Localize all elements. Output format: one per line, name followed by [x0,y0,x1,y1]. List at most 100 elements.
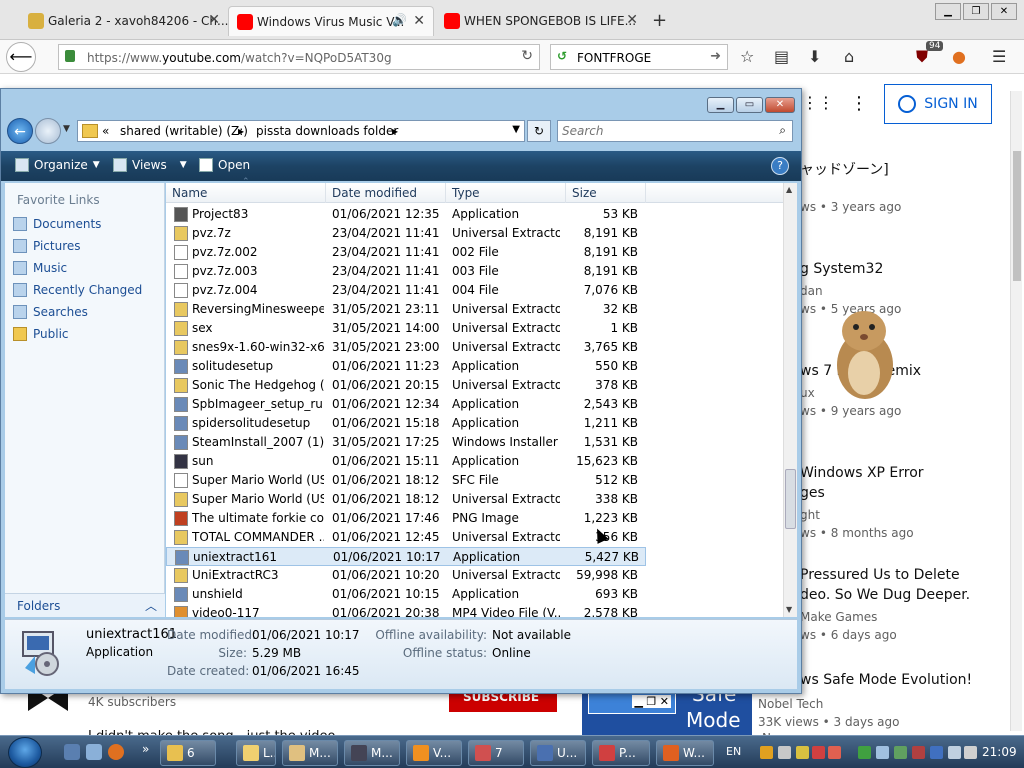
tray-app-icon[interactable] [796,746,809,759]
file-row[interactable]: solitudesetup 01/06/2021 11:23 Application… [166,357,646,376]
fav-link-music[interactable]: Music [13,261,67,275]
browser-back-button[interactable]: ⟵ [6,42,36,72]
scrollbar-thumb[interactable] [1013,151,1021,281]
fav-link-documents[interactable]: Documents [13,217,101,231]
explorer-minimize-button[interactable]: ▁ [707,97,734,113]
file-row[interactable]: pvz.7z.004 23/04/2021 11:41 004 File 7,076 … [166,281,646,300]
new-tab-icon[interactable]: + [652,10,667,31]
taskbar-button[interactable]: W... [656,740,714,766]
related-video-title[interactable]: Pressured Us to Delete [800,567,960,583]
switch-windows-icon[interactable] [86,744,102,760]
breadcrumb-separator[interactable]: ▸ [392,124,398,138]
file-row[interactable]: snes9x-1.60-win32-x64 31/05/2021 23:00 Uni… [166,338,646,357]
close-window-button[interactable]: ✕ [991,3,1017,20]
tray-app-icon[interactable] [876,746,889,759]
column-header-date[interactable]: Date modified [326,183,446,203]
file-row[interactable]: unshield 01/06/2021 10:15 Application 693 K… [166,585,646,604]
explorer-search-box[interactable]: ⌕ [557,120,793,142]
folders-toggle[interactable]: Folders ︿ [5,593,165,617]
search-go-icon[interactable]: ➜ [710,49,721,64]
search-bar[interactable]: ↺ FONTFROGE ➜ [550,44,728,70]
home-icon[interactable]: ⌂ [844,47,854,66]
file-row[interactable]: Super Mario World (US... 01/06/2021 18:12… [166,471,646,490]
taskbar-button[interactable]: L... [236,740,276,766]
help-button[interactable]: ? [771,157,789,175]
taskbar-button[interactable]: U... [530,740,586,766]
minimize-window-button[interactable]: ▁ [935,3,961,20]
open-button[interactable]: Open [199,158,250,172]
file-row[interactable]: sun 01/06/2021 15:11 Application 15,623 KB [166,452,646,471]
close-tab-icon[interactable]: ✕ [208,12,220,28]
language-indicator[interactable]: EN [726,745,741,758]
taskbar-button[interactable]: M... [344,740,400,766]
tray-app-icon[interactable] [858,746,871,759]
menu-icon[interactable]: ☰ [992,47,1006,66]
file-row[interactable]: Project83 01/06/2021 12:35 Application 53 K… [166,205,646,224]
taskbar-button[interactable]: M... [282,740,338,766]
refresh-button[interactable]: ↻ [527,120,551,142]
explorer-back-button[interactable]: ← [7,118,33,144]
file-row[interactable]: sex 31/05/2021 14:00 Universal Extractor..… [166,319,646,338]
fav-link-searches[interactable]: Searches [13,305,88,319]
file-row[interactable]: TOTAL COMMANDER ... 01/06/2021 12:45 Unive… [166,528,646,547]
views-button[interactable]: Views ▼ [113,158,187,172]
file-row[interactable]: Super Mario World (US... 01/06/2021 18:12… [166,490,646,509]
url-bar[interactable]: https://www.youtube.com/watch?v=NQPoD5AT… [58,44,540,70]
address-dropdown-icon[interactable]: ▼ [512,124,520,135]
search-icon[interactable]: ⌕ [779,123,786,138]
tray-vlc-icon[interactable] [760,746,773,759]
explorer-search-input[interactable] [562,124,762,138]
related-video-title[interactable]: g System32 [800,261,883,277]
scroll-up-icon[interactable]: ▲ [786,185,792,194]
file-row[interactable]: pvz.7z.002 23/04/2021 11:41 002 File 8,191 … [166,243,646,262]
show-desktop-icon[interactable] [64,744,80,760]
tray-app-icon[interactable] [828,746,841,759]
fav-link-recently-changed[interactable]: Recently Changed [13,283,142,297]
explorer-forward-button[interactable] [35,118,61,144]
address-bar[interactable]: « shared (writable) (Z:) ▸ pissta downlo… [77,120,525,142]
related-video-title-line2[interactable]: deo. So We Dug Deeper. [800,587,970,603]
tab-spongebob[interactable]: WHEN SPONGEBOB IS LIFE... ✕ [436,6,646,36]
related-video-title[interactable]: Windows XP Error [800,465,924,481]
tab-galeria[interactable]: Galeria 2 - xavoh84206 - Ch... ✕ [20,6,228,36]
tray-app-icon[interactable] [912,746,925,759]
maximize-window-button[interactable]: ❐ [963,3,989,20]
related-video-title-line2[interactable]: ges [800,485,825,501]
file-row[interactable]: Sonic The Hedgehog (... 01/06/2021 20:15 U… [166,376,646,395]
tray-app-icon[interactable] [812,746,825,759]
column-header-size[interactable]: Size [566,183,646,203]
fav-link-public[interactable]: Public [13,327,69,341]
file-row[interactable]: SpbImageer_setup_ru 01/06/2021 12:34 Appli… [166,395,646,414]
bookmark-star-icon[interactable]: ☆ [740,47,754,66]
breadcrumb-separator[interactable]: ▸ [238,124,244,138]
recent-pages-dropdown-icon[interactable]: ▼ [63,124,70,134]
download-icon[interactable]: ⬇ [808,47,821,66]
explorer-close-button[interactable]: ✕ [765,97,795,113]
file-list-scrollbar[interactable]: ▲ ▼ [783,183,797,617]
file-row[interactable]: pvz.7z.003 23/04/2021 11:41 003 File 8,191 … [166,262,646,281]
related-video-title[interactable]: ャッドゾーン] [800,159,889,179]
file-row[interactable]: spidersolitudesetup 01/06/2021 15:18 Appli… [166,414,646,433]
quicklaunch-overflow-icon[interactable]: » [142,742,149,756]
scrollbar-thumb[interactable] [785,469,796,529]
reload-icon[interactable]: ↻ [521,48,533,64]
taskbar-button[interactable]: 6 [160,740,216,766]
taskbar-button[interactable]: P... [592,740,650,766]
tray-app-icon[interactable] [930,746,943,759]
breadcrumb-overflow[interactable]: « [102,124,109,138]
sign-in-button[interactable]: SIGN IN [884,84,992,124]
organize-button[interactable]: Organize ▼ [15,158,100,172]
file-row[interactable]: The ultimate forkie col... 01/06/2021 17:… [166,509,646,528]
breadcrumb-drive[interactable]: shared (writable) (Z:) [120,124,248,138]
breadcrumb-folder[interactable]: pissta downloads folder [256,124,398,138]
taskbar-button[interactable]: V... [406,740,462,766]
firefox-icon[interactable] [108,744,124,760]
close-tab-icon[interactable]: ✕ [413,13,425,29]
file-row[interactable]: ReversingMinesweeper... 31/05/2021 23:11 U… [166,300,646,319]
network-icon[interactable] [948,746,961,759]
file-row[interactable]: uniextract161 01/06/2021 10:17 Application… [166,547,646,566]
apps-grid-icon[interactable]: ⋮⋮ [802,93,834,112]
tab-windows-virus-music[interactable]: Windows Virus Music V... 🔊 ✕ [228,6,434,36]
taskbar-button[interactable]: 7 [468,740,524,766]
tray-app-icon[interactable] [894,746,907,759]
